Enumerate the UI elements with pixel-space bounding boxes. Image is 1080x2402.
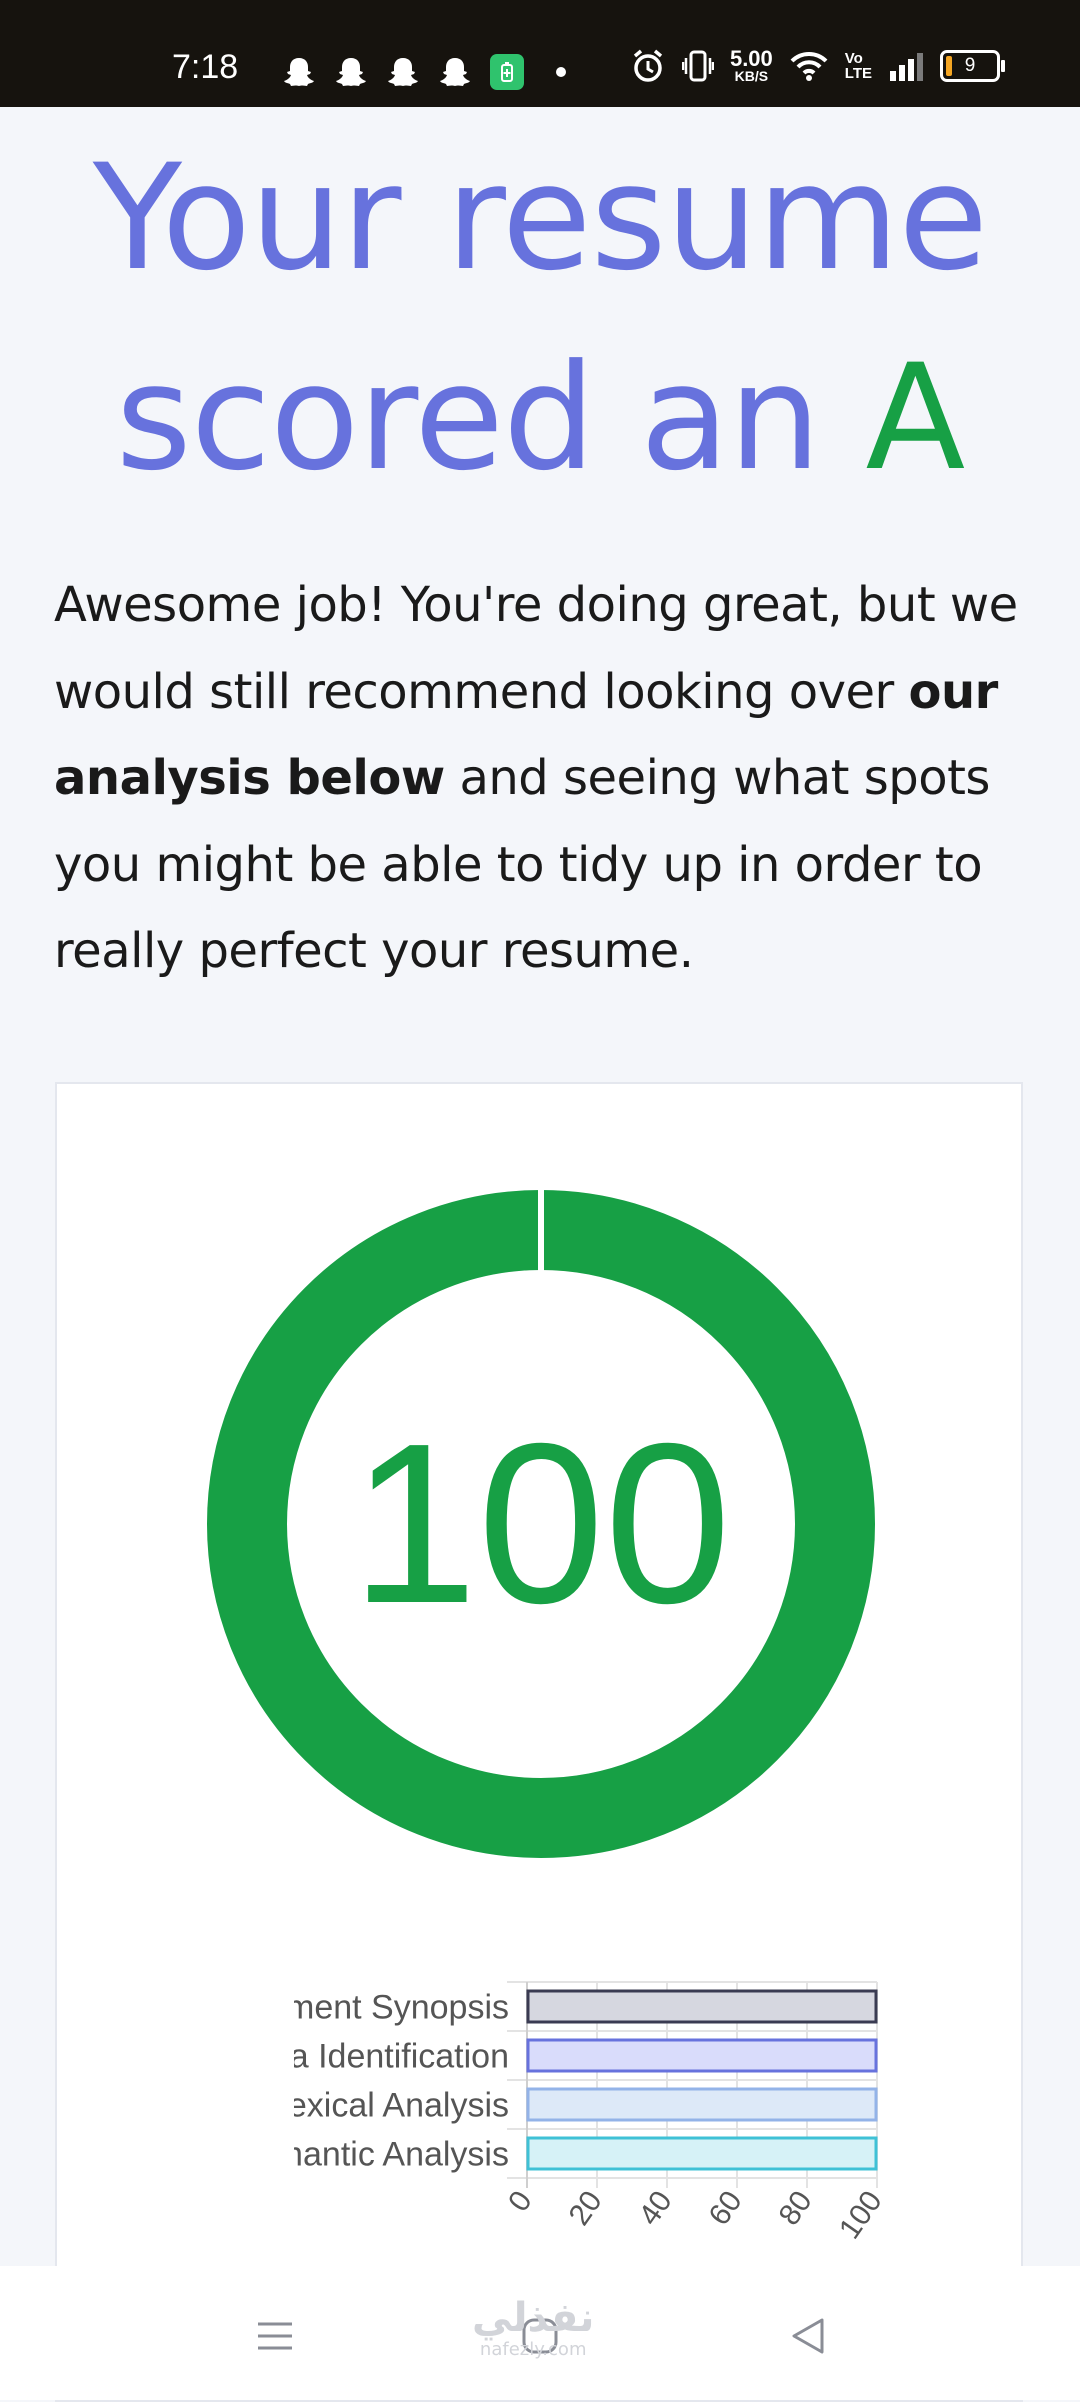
menu-icon: [258, 2322, 292, 2350]
snapchat-icon: [440, 58, 470, 86]
title-line-1: Your resume: [92, 133, 988, 303]
bar-semantic-analysis: [526, 2136, 878, 2171]
back-button[interactable]: [778, 2306, 838, 2366]
status-time: 7:18: [172, 48, 239, 86]
back-icon: [792, 2318, 824, 2354]
intro-paragraph: Awesome job! You're doing great, but we …: [54, 562, 1044, 995]
x-tick-label: 80: [773, 2185, 819, 2231]
wifi-icon: [790, 51, 828, 81]
volte-bottom: LTE: [844, 65, 872, 82]
volte-icon: Vo LTE: [845, 51, 872, 81]
x-tick-label: 100: [833, 2185, 889, 2245]
bar-lexical-analysis: [526, 2087, 878, 2122]
category-label: emantic Analysis: [256, 2136, 509, 2174]
snapchat-icon: [388, 58, 418, 86]
score-donut: 100: [207, 1190, 875, 1858]
bar-document-synopsis: [526, 1989, 878, 2024]
status-bar: 7:18 5.00 KB/S Vo LTE 9: [0, 0, 1080, 107]
x-tick-label: 40: [633, 2185, 679, 2231]
x-tick-label: 20: [563, 2185, 609, 2231]
watermark-url: nafezly.com: [479, 2339, 587, 2360]
battery-level: 9: [964, 55, 976, 76]
system-icons: 5.00 KB/S Vo LTE 9: [630, 46, 1005, 84]
snapchat-icon: [284, 58, 314, 86]
watermark-logo: نفذلي nafezly.com: [472, 2296, 594, 2360]
vibrate-icon: [681, 50, 714, 82]
network-speed: 5.00 KB/S: [729, 46, 773, 84]
category-label: Lexical Analysis: [269, 2087, 509, 2125]
x-tick-label: 60: [703, 2185, 749, 2231]
volte-top: Vo: [844, 50, 863, 67]
snapchat-icon: [336, 58, 366, 86]
page-title: Your resume scored an A: [0, 118, 1080, 518]
network-speed-unit: KB/S: [734, 68, 769, 84]
signal-icon: [890, 53, 923, 81]
navigation-bar: نفذلي nafezly.com: [0, 2266, 1080, 2400]
battery-icon: 9: [940, 50, 1005, 82]
notification-icons: [282, 54, 566, 90]
score-card: 100 cument Synopsis Data Identification Le…: [55, 1082, 1023, 2402]
menu-button[interactable]: [245, 2306, 305, 2366]
score-value: 100: [350, 1396, 732, 1651]
watermark-arabic: نفذلي: [472, 2295, 595, 2341]
category-label: Data Identification: [237, 2038, 509, 2076]
x-tick-label: 0: [502, 2185, 539, 2218]
category-label: cument Synopsis: [250, 1989, 509, 2027]
intro-part-1: Awesome job! You're doing great, but we …: [54, 577, 1018, 720]
grade-letter: A: [865, 333, 965, 503]
alarm-icon: [633, 49, 663, 82]
dot-icon: [556, 67, 566, 77]
battery-saver-icon: [490, 54, 524, 90]
network-speed-value: 5.00: [729, 46, 773, 71]
bar-data-identification: [526, 2038, 878, 2073]
title-line-2-prefix: scored an: [115, 333, 866, 503]
